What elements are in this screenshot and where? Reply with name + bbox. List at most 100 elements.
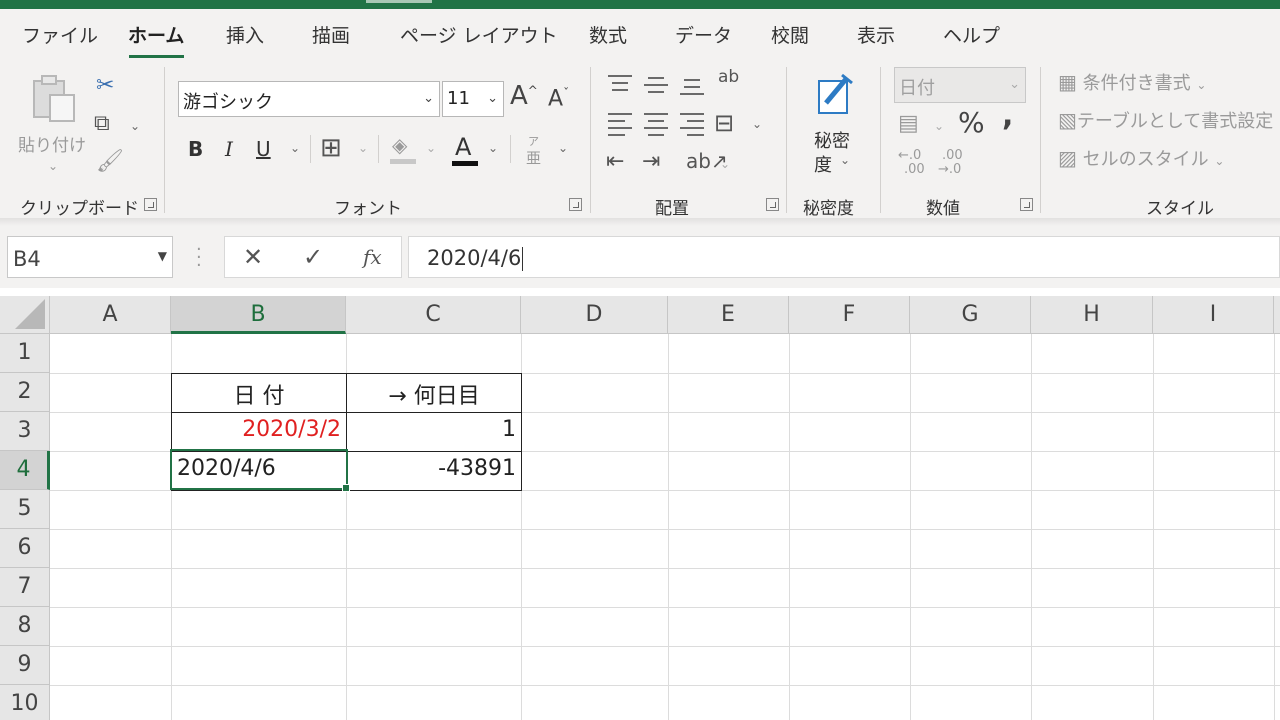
spreadsheet-grid[interactable]: A B C D E F G H I 1 2 3 4 5 6 7 8 9 10 日…: [0, 296, 1280, 720]
decrease-decimal-button[interactable]: .00 →.0: [938, 149, 972, 181]
conditional-formatting-button[interactable]: ▦ 条件付き書式 ⌄: [1058, 69, 1278, 99]
accounting-format-icon[interactable]: ▤: [898, 113, 919, 135]
gridline: [50, 529, 1280, 530]
cell-c3[interactable]: 1: [346, 412, 522, 452]
row-header-2[interactable]: 2: [0, 373, 50, 412]
fill-bucket-icon: ◈: [392, 133, 408, 157]
tab-formulas[interactable]: 数式: [589, 21, 627, 48]
fill-color-swatch: [390, 159, 416, 164]
italic-button[interactable]: I: [225, 139, 233, 159]
font-name-select[interactable]: 游ゴシック ⌄: [178, 81, 440, 117]
cell-styles-button[interactable]: ▨ セルのスタイル ⌄: [1058, 145, 1278, 175]
gridline: [1274, 334, 1275, 720]
orientation-dropdown-icon[interactable]: ⌄: [720, 157, 730, 171]
sensitivity-line2: 度: [814, 155, 832, 176]
align-left-icon[interactable]: [608, 113, 632, 141]
row-header-8[interactable]: 8: [0, 607, 50, 646]
format-as-table-button[interactable]: ▧テーブルとして書式設定: [1058, 107, 1280, 137]
align-top-icon[interactable]: [608, 75, 632, 96]
tab-data[interactable]: データ: [675, 21, 732, 48]
sensitivity-button[interactable]: 秘密 度 ⌄: [804, 71, 864, 181]
underline-button[interactable]: U: [256, 139, 271, 159]
align-right-icon[interactable]: [680, 113, 704, 141]
font-color-button[interactable]: A: [452, 133, 480, 167]
borders-icon[interactable]: ⊞: [320, 135, 342, 161]
decrease-indent-icon[interactable]: ⇤: [606, 151, 624, 173]
column-header-h[interactable]: H: [1031, 296, 1153, 334]
name-box[interactable]: B4 ▼: [7, 236, 173, 278]
alignment-launcher-icon[interactable]: [766, 198, 779, 211]
grow-font-button[interactable]: A^: [510, 83, 538, 109]
cell-c2[interactable]: → 何日目: [346, 373, 522, 413]
increase-decimal-button[interactable]: ←.0 .00: [898, 149, 932, 181]
format-painter-icon[interactable]: 🖌: [96, 151, 124, 173]
column-header-c[interactable]: C: [346, 296, 521, 334]
cell-b2[interactable]: 日 付: [171, 373, 347, 413]
paste-button[interactable]: 貼り付け ⌄: [14, 71, 86, 183]
underline-dropdown-icon[interactable]: ⌄: [290, 141, 300, 155]
tab-home[interactable]: ホーム: [128, 21, 184, 48]
align-center-icon[interactable]: [644, 113, 668, 141]
formula-bar: B4 ▼ · · · ✕ ✓ fx 2020/4/6: [0, 226, 1280, 288]
row-header-3[interactable]: 3: [0, 412, 50, 451]
phonetic-button[interactable]: ア 亜: [524, 133, 548, 167]
tab-file[interactable]: ファイル: [22, 21, 98, 48]
more-options-icon[interactable]: · · ·: [196, 241, 202, 275]
row-header-5[interactable]: 5: [0, 490, 50, 529]
cancel-button[interactable]: ✕: [243, 243, 263, 271]
row-header-7[interactable]: 7: [0, 568, 50, 607]
wrap-text-icon[interactable]: ab: [718, 69, 739, 86]
row-header-4[interactable]: 4: [0, 451, 50, 490]
tab-review[interactable]: 校閲: [771, 21, 809, 48]
enter-button[interactable]: ✓: [303, 243, 323, 271]
column-header-f[interactable]: F: [789, 296, 910, 334]
cell-c4[interactable]: -43891: [346, 451, 522, 491]
column-header-e[interactable]: E: [668, 296, 789, 334]
row-header-1[interactable]: 1: [0, 334, 50, 373]
merge-dropdown-icon[interactable]: ⌄: [752, 117, 762, 131]
tab-draw[interactable]: 描画: [312, 21, 350, 48]
merge-center-icon[interactable]: ⊟: [714, 111, 734, 135]
chevron-down-icon: ▼: [157, 249, 167, 263]
tab-page-layout[interactable]: ページ レイアウト: [400, 21, 558, 48]
tab-view[interactable]: 表示: [857, 21, 895, 48]
borders-dropdown-icon[interactable]: ⌄: [358, 141, 368, 155]
copy-dropdown-icon[interactable]: ⌄: [130, 119, 140, 133]
column-header-g[interactable]: G: [910, 296, 1031, 334]
row-header-6[interactable]: 6: [0, 529, 50, 568]
font-launcher-icon[interactable]: [569, 198, 582, 211]
tab-insert[interactable]: 挿入: [226, 21, 264, 48]
column-header-d[interactable]: D: [521, 296, 668, 334]
font-size-select[interactable]: 11 ⌄: [442, 81, 504, 117]
insert-function-button[interactable]: fx: [363, 245, 382, 269]
cut-icon[interactable]: ✂: [96, 75, 114, 97]
shrink-font-button[interactable]: Aˇ: [548, 87, 569, 110]
align-bottom-icon[interactable]: [680, 79, 704, 100]
column-header-a[interactable]: A: [50, 296, 171, 334]
comma-style-button[interactable]: ,: [1002, 101, 1013, 131]
row-header-9[interactable]: 9: [0, 646, 50, 685]
percent-style-button[interactable]: %: [958, 109, 985, 137]
clipboard-launcher-icon[interactable]: [144, 198, 157, 211]
column-header-b[interactable]: B: [171, 296, 346, 334]
fill-dropdown-icon[interactable]: ⌄: [426, 141, 436, 155]
increase-indent-icon[interactable]: ⇥: [642, 151, 660, 173]
fill-color-button[interactable]: ◈: [390, 135, 418, 167]
conditional-formatting-icon: ▦: [1058, 70, 1077, 94]
gridline: [789, 334, 790, 720]
font-color-dropdown-icon[interactable]: ⌄: [488, 141, 498, 155]
number-launcher-icon[interactable]: [1020, 198, 1033, 211]
row-header-10[interactable]: 10: [0, 685, 50, 720]
accounting-dropdown-icon[interactable]: ⌄: [934, 119, 944, 133]
tab-help[interactable]: ヘルプ: [943, 21, 1000, 48]
phonetic-dropdown-icon[interactable]: ⌄: [558, 141, 568, 155]
copy-icon[interactable]: ⧉: [94, 113, 110, 135]
gridline: [50, 685, 1280, 686]
bold-button[interactable]: B: [188, 139, 203, 159]
dec-decimal-bottom: →.0: [938, 162, 962, 177]
column-header-i[interactable]: I: [1153, 296, 1274, 334]
select-all-button[interactable]: [0, 296, 50, 334]
formula-input[interactable]: 2020/4/6: [408, 236, 1280, 278]
align-middle-icon[interactable]: [644, 77, 668, 98]
cell-b3[interactable]: 2020/3/2: [171, 412, 347, 452]
